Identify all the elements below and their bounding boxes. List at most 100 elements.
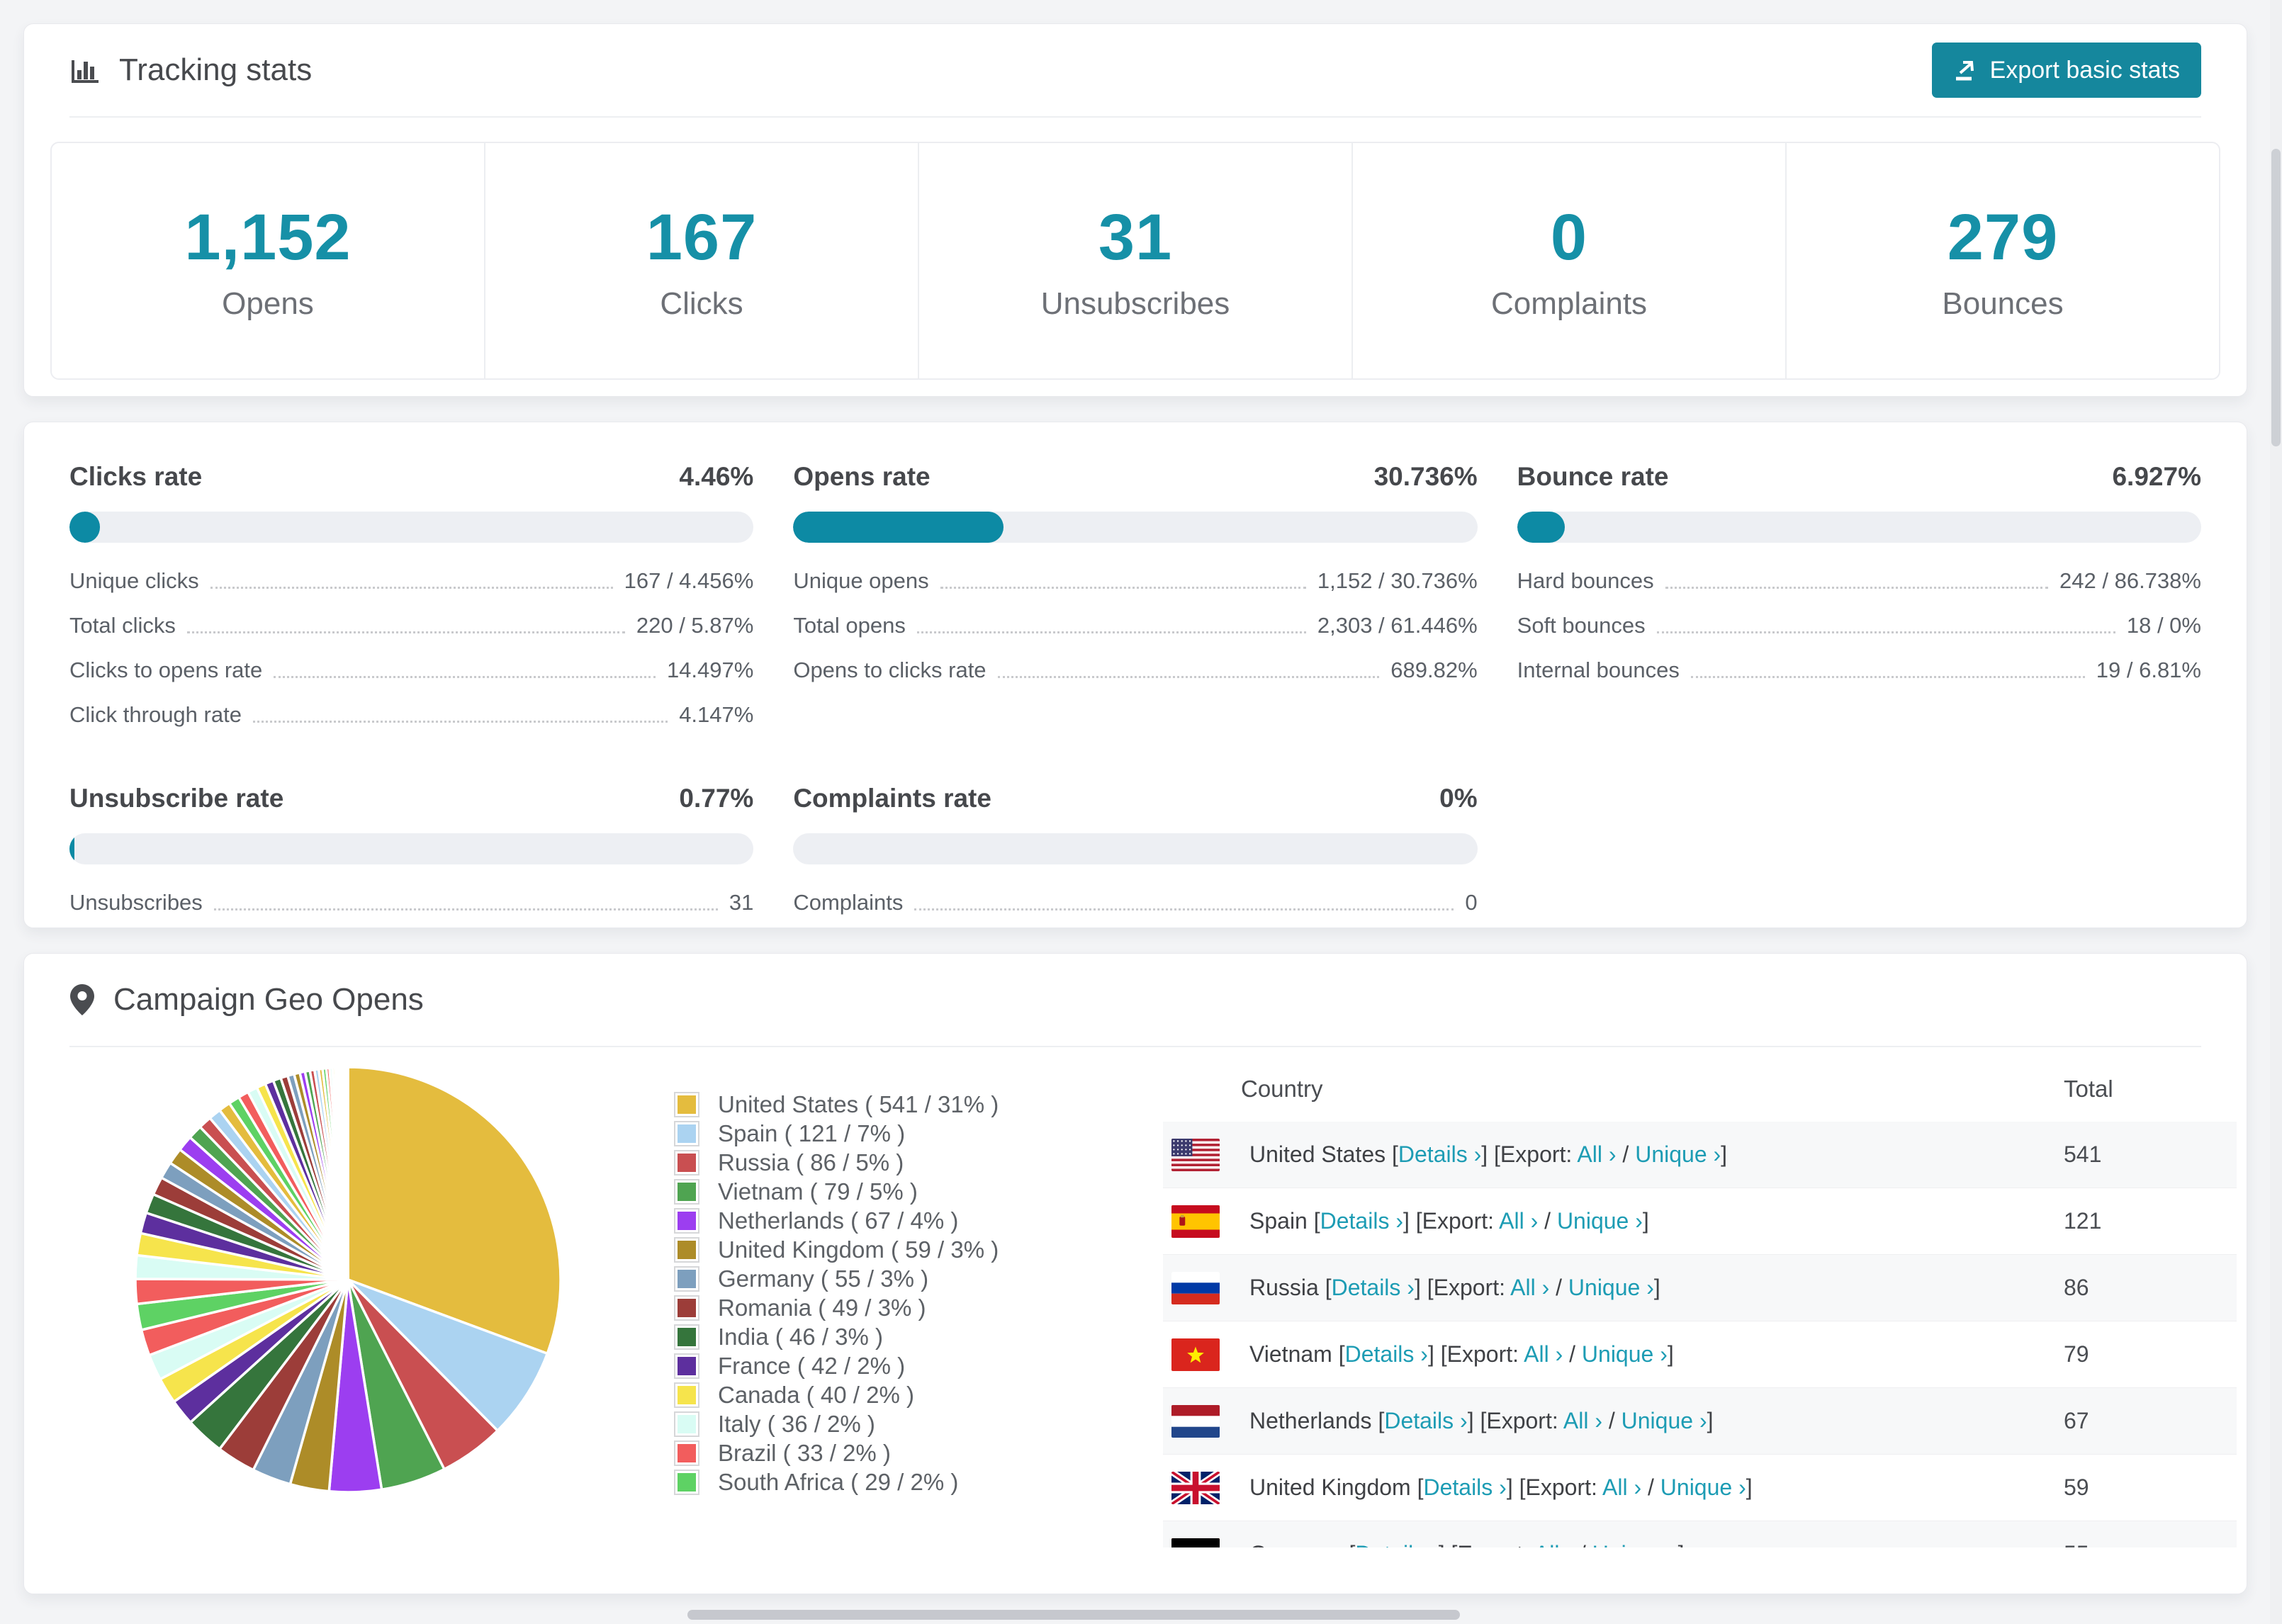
rate-detail-row: Hard bounces 242 / 86.738% — [1517, 568, 2201, 594]
detail-value: 167 / 4.456% — [624, 568, 754, 593]
dotted-leader — [274, 676, 656, 678]
stat-unsubscribes: 31 Unsubscribes — [918, 143, 1351, 378]
detail-value: 0 — [1465, 890, 1478, 915]
export-unique-link[interactable]: Unique › — [1635, 1141, 1721, 1167]
legend-swatch-icon — [674, 1353, 699, 1379]
total-cell: 67 — [2064, 1408, 2089, 1433]
legend-swatch-icon — [674, 1411, 699, 1437]
details-link[interactable]: Details › — [1355, 1541, 1438, 1547]
rate-title-row: Opens rate 30.736% — [793, 462, 1477, 492]
rate-detail-row: Click through rate 4.147% — [69, 702, 753, 728]
dotted-leader — [1690, 676, 2085, 678]
legend-label: United States ( 541 / 31% ) — [718, 1090, 999, 1117]
details-link[interactable]: Details › — [1320, 1208, 1403, 1234]
stat-label: Complaints — [1490, 286, 1648, 321]
country-cell: Netherlands [Details ›] [Export: All › /… — [1249, 1408, 1714, 1433]
detail-value: 18 / 0% — [2126, 613, 2201, 638]
stat-bounces: 279 Bounces — [1785, 143, 2219, 378]
rate-block-complaints-rate: Complaints rate 0% Complaints 0 — [793, 784, 1478, 935]
rate-progress-fill — [793, 512, 1004, 543]
legend-item: Canada ( 40 / 2% ) — [674, 1380, 999, 1409]
dotted-leader — [940, 587, 1306, 589]
export-unique-link[interactable]: Unique › — [1592, 1541, 1678, 1547]
rate-title: Unsubscribe rate — [69, 784, 284, 813]
rate-value: 6.927% — [2112, 462, 2201, 491]
legend-item: Germany ( 55 / 3% ) — [674, 1264, 999, 1293]
dotted-leader — [916, 631, 1306, 633]
country-column-header: Country — [1241, 1076, 1323, 1102]
total-cell: 86 — [2064, 1275, 2089, 1300]
stat-value: 167 — [646, 201, 758, 274]
stat-label: Opens — [222, 286, 314, 321]
rate-block-clicks-rate: Clicks rate 4.46% Unique clicks 167 / 4.456… — [69, 462, 754, 747]
export-all-link[interactable]: All › — [1563, 1408, 1602, 1433]
tracking-stats-title: Tracking stats — [119, 52, 313, 87]
tracking-stats-header: Tracking stats Export basic stats — [69, 24, 2201, 118]
legend-label: Spain ( 121 / 7% ) — [718, 1120, 906, 1146]
details-link[interactable]: Details › — [1332, 1275, 1415, 1300]
export-all-link[interactable]: All › — [1510, 1275, 1549, 1300]
legend-item: Italy ( 36 / 2% ) — [674, 1409, 999, 1438]
legend-label: Germany ( 55 / 3% ) — [718, 1265, 929, 1292]
detail-label: Complaints — [793, 890, 904, 915]
detail-label: Internal bounces — [1517, 658, 1680, 682]
rate-block-unsubscribe-rate: Unsubscribe rate 0.77% Unsubscribes 31 — [69, 784, 754, 935]
export-unique-link[interactable]: Unique › — [1568, 1275, 1654, 1300]
dotted-leader — [1665, 587, 2049, 589]
details-link[interactable]: Details › — [1384, 1408, 1467, 1433]
rate-detail-row: Soft bounces 18 / 0% — [1517, 613, 2201, 638]
details-link[interactable]: Details › — [1398, 1141, 1481, 1167]
export-all-link[interactable]: All › — [1499, 1208, 1538, 1234]
horizontal-scrollbar-thumb[interactable] — [687, 1610, 1460, 1620]
legend-swatch-icon — [674, 1440, 699, 1466]
rate-detail-row: Unsubscribes 31 — [69, 890, 753, 915]
export-unique-link[interactable]: Unique › — [1557, 1208, 1643, 1234]
dotted-leader — [1656, 631, 2115, 633]
rate-details: Unsubscribes 31 — [69, 890, 753, 915]
stat-opens: 1,152 Opens — [52, 143, 484, 378]
details-link[interactable]: Details › — [1423, 1474, 1506, 1500]
export-all-link[interactable]: All › — [1602, 1474, 1641, 1500]
table-row-es: Spain [Details ›] [Export: All › / Uniqu… — [1163, 1188, 2237, 1255]
country-cell: Spain [Details ›] [Export: All › / Uniqu… — [1249, 1208, 1649, 1234]
legend-item: Netherlands ( 67 / 4% ) — [674, 1206, 999, 1235]
rate-details: Complaints 0 — [793, 890, 1477, 915]
export-all-link[interactable]: All › — [1577, 1141, 1616, 1167]
legend-item: Russia ( 86 / 5% ) — [674, 1148, 999, 1177]
legend-swatch-icon — [674, 1178, 699, 1205]
detail-label: Click through rate — [69, 702, 242, 727]
export-basic-stats-button[interactable]: Export basic stats — [1931, 43, 2201, 98]
legend-swatch-icon — [674, 1120, 699, 1146]
legend-swatch-icon — [674, 1295, 699, 1321]
detail-value: 242 / 86.738% — [2059, 568, 2201, 593]
flag-es-icon — [1171, 1205, 1220, 1238]
country-cell: Vietnam [Details ›] [Export: All › / Uni… — [1249, 1341, 1674, 1367]
rate-detail-row: Complaints 0 — [793, 890, 1477, 915]
rate-progress-track — [1517, 512, 2201, 543]
rate-detail-row: Opens to clicks rate 689.82% — [793, 658, 1477, 683]
export-unique-link[interactable]: Unique › — [1621, 1408, 1707, 1433]
legend-label: Russia ( 86 / 5% ) — [718, 1149, 904, 1175]
stat-value: 31 — [1098, 201, 1173, 274]
detail-label: Hard bounces — [1517, 568, 1654, 593]
legend-label: South Africa ( 29 / 2% ) — [718, 1468, 959, 1495]
bar-chart-icon — [69, 55, 101, 86]
details-link[interactable]: Details › — [1345, 1341, 1428, 1367]
export-all-link[interactable]: All › — [1534, 1541, 1573, 1547]
dotted-leader — [914, 908, 1454, 910]
country-cell: United States [Details ›] [Export: All ›… — [1249, 1141, 1728, 1167]
rate-detail-row: Unique clicks 167 / 4.456% — [69, 568, 753, 594]
rate-title-row: Complaints rate 0% — [793, 784, 1477, 813]
table-row-vn: Vietnam [Details ›] [Export: All › / Uni… — [1163, 1321, 2237, 1388]
legend-label: Italy ( 36 / 2% ) — [718, 1410, 875, 1437]
detail-label: Clicks to opens rate — [69, 658, 263, 682]
legend-swatch-icon — [674, 1469, 699, 1495]
legend-label: Romania ( 49 / 3% ) — [718, 1294, 926, 1321]
geo-table-body: United States [Details ›] [Export: All ›… — [1163, 1122, 2237, 1547]
vertical-scrollbar-thumb[interactable] — [2271, 149, 2281, 446]
table-row-gb: United Kingdom [Details ›] [Export: All … — [1163, 1455, 2237, 1521]
export-all-link[interactable]: All › — [1524, 1341, 1563, 1367]
export-unique-link[interactable]: Unique › — [1582, 1341, 1668, 1367]
export-unique-link[interactable]: Unique › — [1660, 1474, 1746, 1500]
legend-label: India ( 46 / 3% ) — [718, 1323, 883, 1350]
